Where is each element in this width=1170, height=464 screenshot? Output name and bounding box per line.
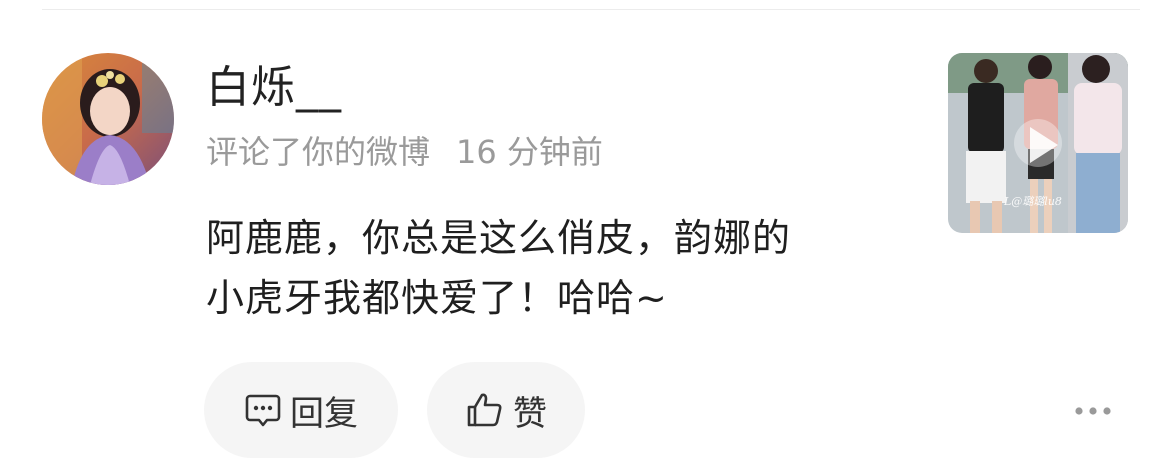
more-dots-icon xyxy=(1073,401,1113,420)
comment-text: 阿鹿鹿，你总是这么俏皮，韵娜的 小虎牙我都快爱了！哈哈~ xyxy=(206,208,906,328)
thumbs-up-icon xyxy=(465,390,505,430)
timestamp: 16 分钟前 xyxy=(456,133,603,171)
comment-line: 小虎牙我都快爱了！哈哈~ xyxy=(206,276,668,320)
like-label: 赞 xyxy=(513,393,547,434)
divider xyxy=(42,9,1140,10)
post-thumbnail[interactable]: L@璐璐lu8 xyxy=(948,53,1128,233)
like-button[interactable]: 赞 xyxy=(427,362,585,458)
reply-button[interactable]: 回复 xyxy=(204,362,398,458)
thumbnail-watermark: L@璐璐lu8 xyxy=(1004,195,1062,208)
action-text: 评论了你的微博 xyxy=(206,133,431,171)
play-icon[interactable] xyxy=(1020,123,1064,167)
avatar[interactable] xyxy=(42,53,174,185)
username[interactable]: 白烁__ xyxy=(206,60,342,116)
reply-label: 回复 xyxy=(290,393,358,434)
comment-bubble-icon xyxy=(244,391,282,429)
comment-notification: 白烁__ 评论了你的微博 16 分钟前 阿鹿鹿，你总是这么俏皮，韵娜的 小虎牙我都… xyxy=(0,0,1170,464)
comment-meta: 评论了你的微博 16 分钟前 xyxy=(206,130,603,174)
more-button[interactable] xyxy=(1068,392,1118,428)
comment-line: 阿鹿鹿，你总是这么俏皮，韵娜的 xyxy=(206,216,792,260)
